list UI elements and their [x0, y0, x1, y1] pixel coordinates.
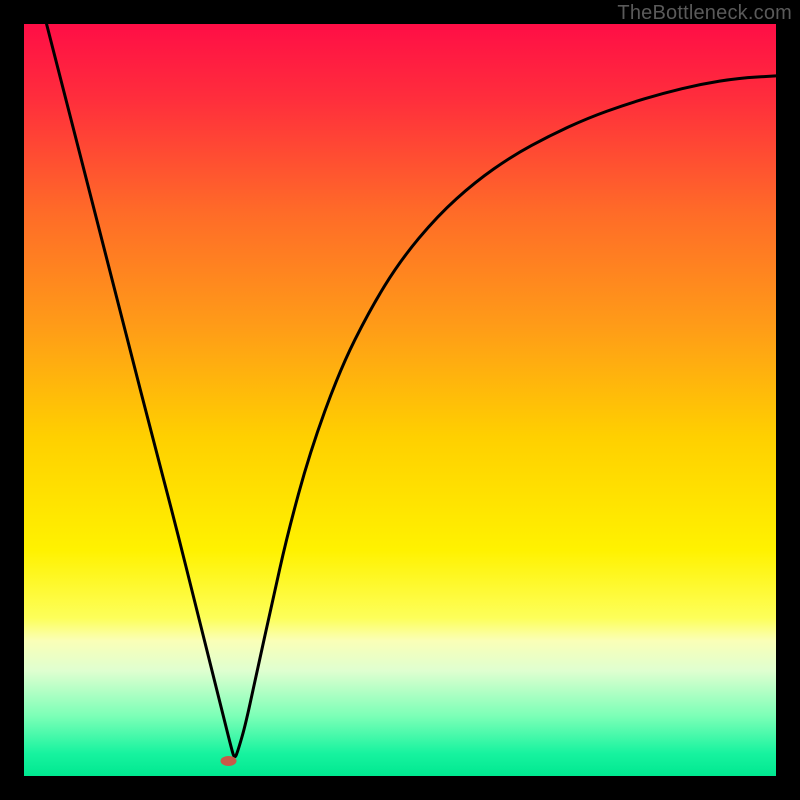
attribution-label: TheBottleneck.com: [617, 2, 792, 25]
chart-background-gradient: [24, 24, 776, 776]
chart-plot-area: [24, 24, 776, 776]
marker-bottleneck-point: [221, 756, 237, 766]
chart-svg: [24, 24, 776, 776]
chart-marker-group: [221, 756, 237, 766]
chart-frame: TheBottleneck.com: [0, 0, 800, 800]
